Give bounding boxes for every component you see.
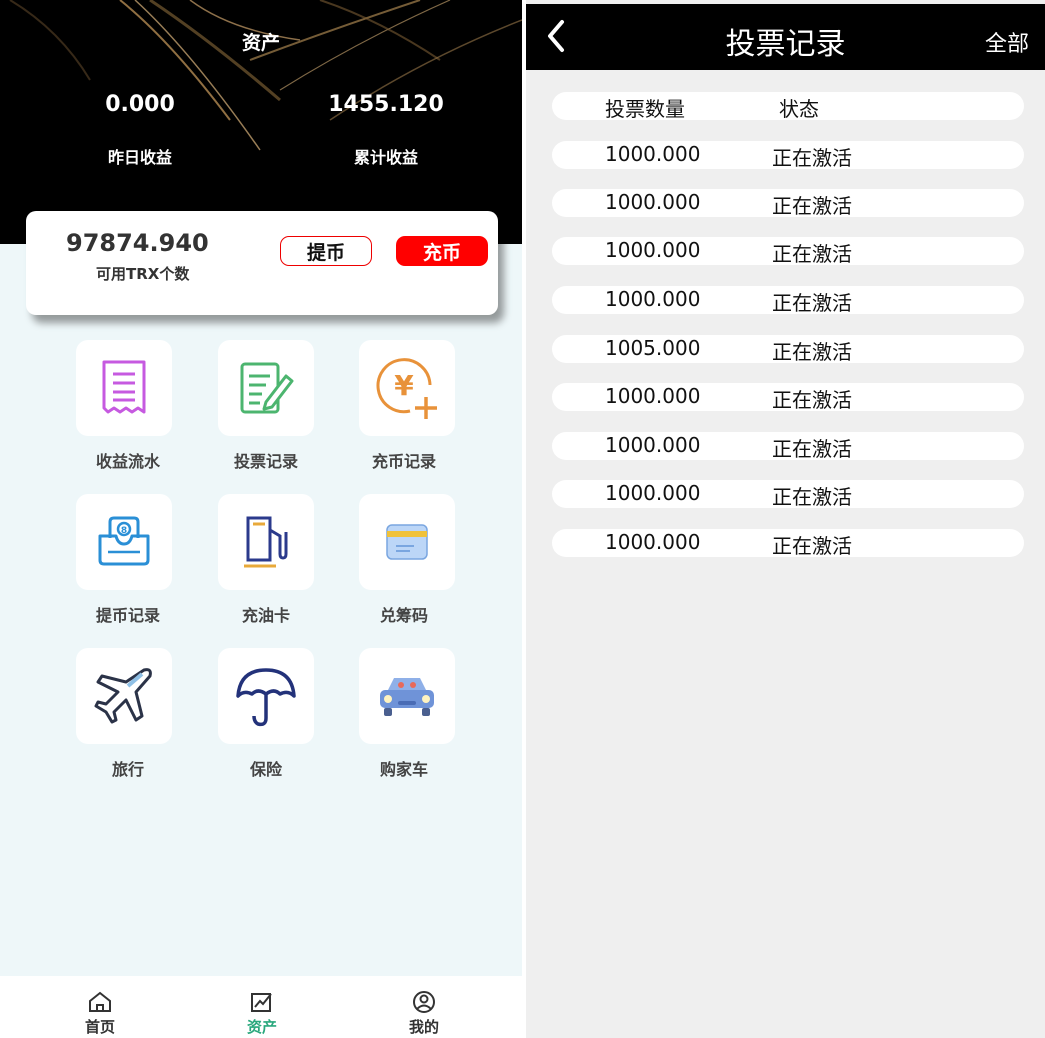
menu-label-deposit-record: 充币记录 xyxy=(371,452,436,471)
filter-all-button[interactable]: 全部 xyxy=(985,26,1029,58)
assets-screen: 资产 0.000 1455.120 昨日收益 累计收益 97874.940 可用… xyxy=(0,0,522,1038)
fuel-pump-icon xyxy=(244,516,288,568)
vote-status: 正在激活 xyxy=(772,534,852,558)
menu-label-travel: 旅行 xyxy=(111,760,144,779)
svg-text:¥: ¥ xyxy=(394,369,414,402)
menu-tile-withdraw-record[interactable]: 8 xyxy=(76,494,172,590)
document-pen-icon xyxy=(240,362,294,414)
umbrella-icon xyxy=(236,668,296,727)
deposit-button[interactable]: 充币 xyxy=(396,236,488,266)
table-row: 1000.000 正在激活 xyxy=(552,383,1024,412)
cash-tray-icon: 8 xyxy=(98,516,150,566)
vote-amount: 1000.000 xyxy=(605,142,701,166)
vote-status: 正在激活 xyxy=(772,194,852,218)
table-row: 1000.000 正在激活 xyxy=(552,141,1024,170)
vote-status: 正在激活 xyxy=(772,485,852,509)
card-icon xyxy=(386,524,428,560)
balance-value: 97874.940 xyxy=(66,229,209,257)
menu-label-fuel-card: 充油卡 xyxy=(241,606,290,625)
vote-amount: 1000.000 xyxy=(605,530,701,554)
menu-label-vote-record: 投票记录 xyxy=(233,452,298,471)
column-header-amount: 投票数量 xyxy=(605,97,685,121)
vote-amount: 1000.000 xyxy=(605,481,701,505)
table-row: 1000.000 正在激活 xyxy=(552,189,1024,218)
vote-status: 正在激活 xyxy=(772,340,852,364)
menu-tile-fuel-card[interactable] xyxy=(218,494,314,590)
menu-label-exchange-chips: 兑筹码 xyxy=(379,606,428,625)
airplane-icon xyxy=(94,668,152,724)
vote-amount: 1000.000 xyxy=(605,238,701,262)
vote-status: 正在激活 xyxy=(772,388,852,412)
tab-home[interactable]: 首页 xyxy=(50,990,150,1037)
column-header-status: 状态 xyxy=(779,97,819,121)
tab-assets-label: 资产 xyxy=(246,1018,277,1036)
menu-tile-travel[interactable] xyxy=(76,648,172,744)
menu-tile-earnings-flow[interactable] xyxy=(76,340,172,436)
menu-tile-buy-car[interactable] xyxy=(359,648,455,744)
vote-amount: 1005.000 xyxy=(605,336,701,360)
bottom-tab-bar: 首页 资产 我的 xyxy=(0,976,522,1038)
tab-mine[interactable]: 我的 xyxy=(374,990,474,1037)
balance-label: 可用TRX个数 xyxy=(96,265,190,283)
assets-title: 资产 xyxy=(241,32,280,54)
vote-amount: 1000.000 xyxy=(605,384,701,408)
table-row: 1000.000 正在激活 xyxy=(552,529,1024,558)
menu-tile-exchange-chips[interactable] xyxy=(359,494,455,590)
car-icon xyxy=(380,678,434,716)
table-row: 1000.000 正在激活 xyxy=(552,432,1024,461)
yesterday-earnings-value: 0.000 xyxy=(105,92,175,117)
withdraw-button[interactable]: 提币 xyxy=(280,236,372,266)
tab-assets[interactable]: 资产 xyxy=(212,990,312,1037)
user-icon xyxy=(413,991,435,1013)
tab-home-label: 首页 xyxy=(84,1018,115,1036)
vote-record-header: 投票记录 全部 xyxy=(526,4,1045,70)
yen-plus-icon: ¥ xyxy=(376,358,437,419)
table-header-row: 投票数量 状态 xyxy=(552,92,1024,121)
menu-label-insurance: 保险 xyxy=(249,760,282,779)
svg-text:8: 8 xyxy=(121,526,127,536)
vote-amount: 1000.000 xyxy=(605,433,701,457)
balance-card: 97874.940 可用TRX个数 提币 充币 xyxy=(26,211,498,315)
vote-status: 正在激活 xyxy=(772,242,852,266)
vote-record-screen: 投票记录 全部 投票数量 状态 1000.000 正在激活 1000.000 正… xyxy=(526,0,1045,1038)
menu-label-earnings-flow: 收益流水 xyxy=(95,452,160,471)
page-title: 投票记录 xyxy=(725,27,846,62)
receipt-icon xyxy=(102,360,146,414)
tab-mine-label: 我的 xyxy=(408,1018,439,1036)
menu-tile-vote-record[interactable] xyxy=(218,340,314,436)
table-row: 1000.000 正在激活 xyxy=(552,286,1024,315)
vote-amount: 1000.000 xyxy=(605,190,701,214)
table-row: 1000.000 正在激活 xyxy=(552,237,1024,266)
vote-status: 正在激活 xyxy=(772,291,852,315)
menu-tile-deposit-record[interactable]: ¥ xyxy=(359,340,455,436)
home-icon xyxy=(89,991,111,1012)
vote-amount: 1000.000 xyxy=(605,287,701,311)
vote-status: 正在激活 xyxy=(772,146,852,170)
total-earnings-label: 累计收益 xyxy=(353,148,418,167)
table-row: 1005.000 正在激活 xyxy=(552,335,1024,364)
menu-label-withdraw-record: 提币记录 xyxy=(95,606,160,625)
yesterday-earnings-label: 昨日收益 xyxy=(107,148,172,167)
total-earnings-value: 1455.120 xyxy=(328,92,444,117)
assets-hero-banner: 资产 0.000 1455.120 昨日收益 累计收益 xyxy=(0,0,522,244)
chart-icon xyxy=(251,993,272,1012)
table-row: 1000.000 正在激活 xyxy=(552,480,1024,509)
vote-status: 正在激活 xyxy=(772,437,852,461)
menu-tile-insurance[interactable] xyxy=(218,648,314,744)
menu-label-buy-car: 购家车 xyxy=(379,760,428,779)
